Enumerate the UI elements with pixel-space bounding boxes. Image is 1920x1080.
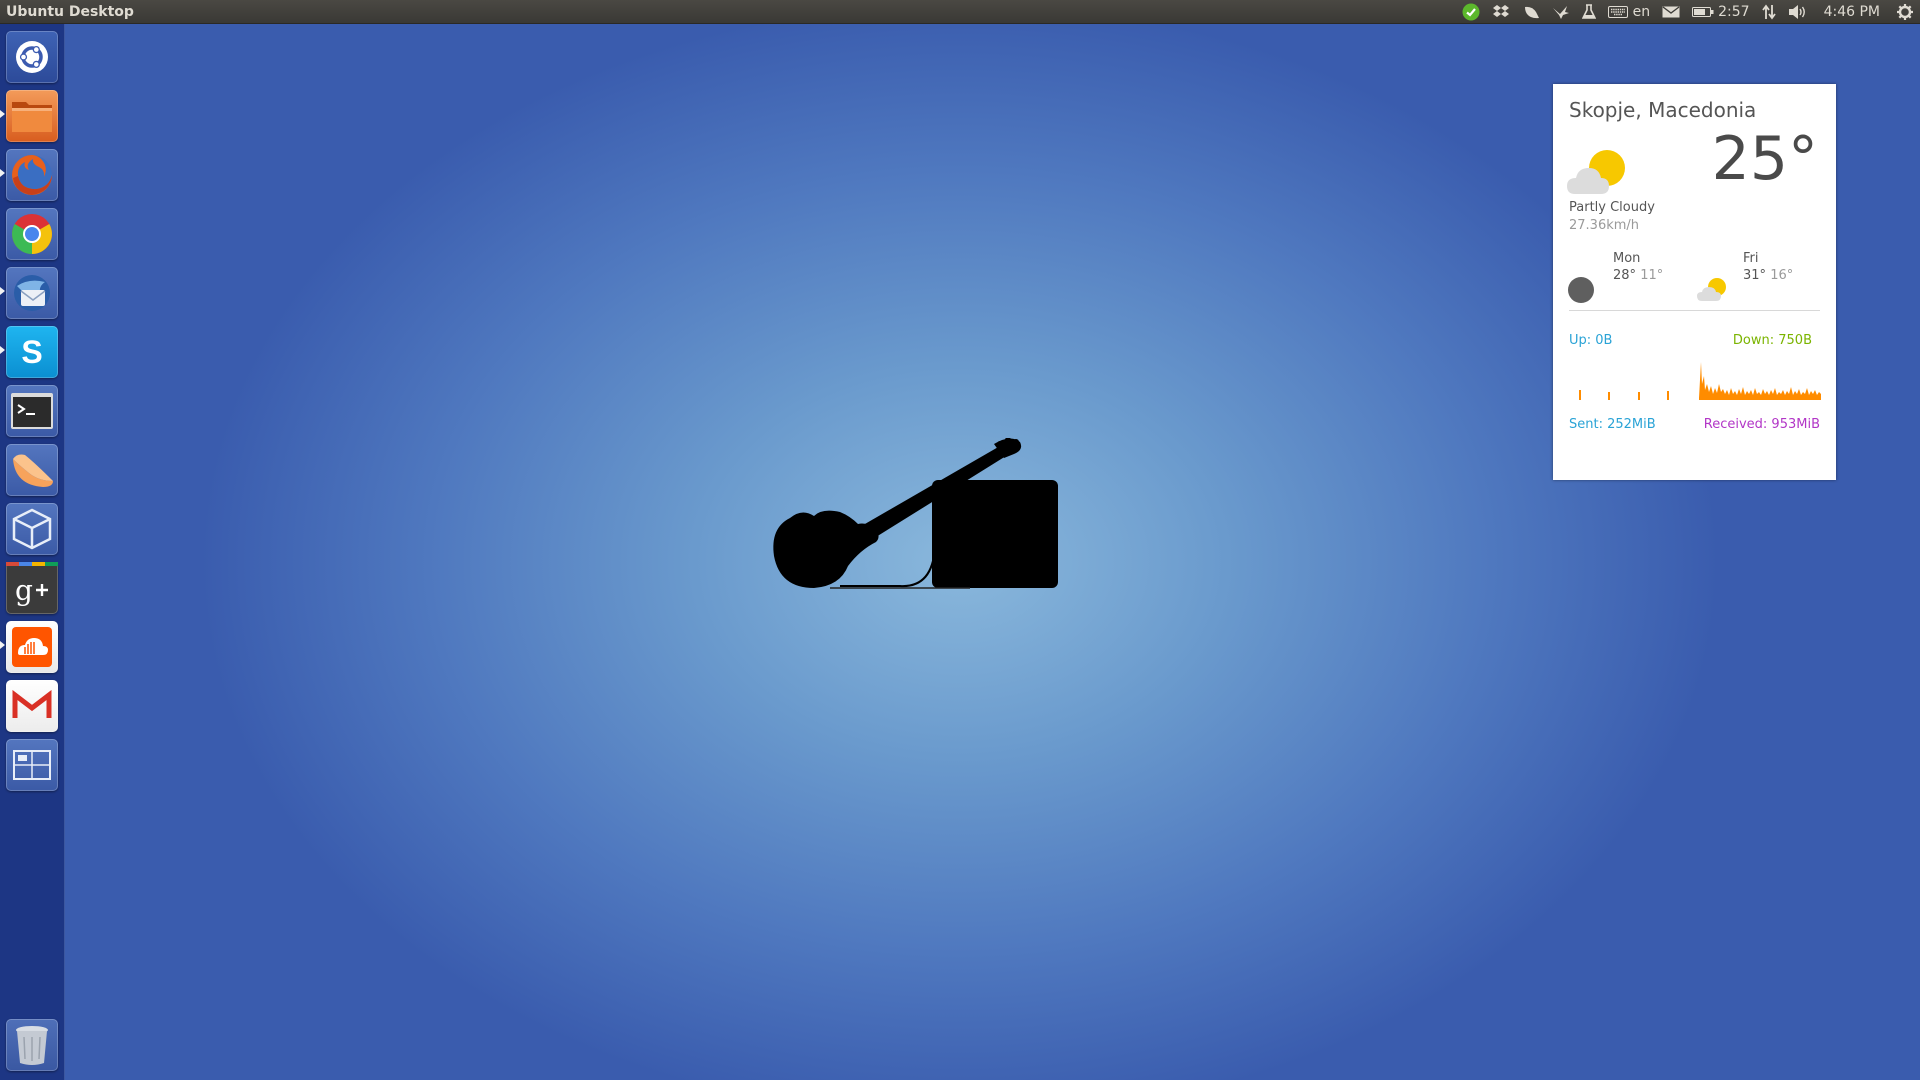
google-plus-icon: g [6, 562, 58, 607]
launcher-item-virtualbox[interactable] [6, 503, 58, 555]
forecast-high: 31° [1743, 268, 1767, 283]
top-panel: Ubuntu Desktop en 2:57 4:46 PM [0, 0, 1920, 24]
thunderbird-icon [14, 275, 50, 311]
running-indicator [0, 287, 5, 295]
keyboard-icon[interactable]: en [1602, 0, 1657, 24]
net-received-total: Received: 953MiB [1703, 417, 1820, 432]
running-indicator [0, 169, 5, 177]
guitar-amp-wallpaper-art [773, 438, 1058, 589]
clock[interactable]: 4:46 PM [1814, 0, 1890, 24]
forecast-day-mon: Mon [1613, 251, 1641, 266]
upload-graph [1579, 390, 1669, 400]
soundcloud-icon [12, 627, 52, 667]
active-app-title: Ubuntu Desktop [6, 3, 134, 20]
moon-icon [1568, 277, 1594, 303]
partly-cloudy-icon [1567, 150, 1625, 194]
forecast-low: 11° [1640, 268, 1664, 283]
battery-time: 2:57 [1718, 4, 1750, 20]
running-indicator [0, 110, 5, 118]
workspace-switcher-icon [13, 750, 51, 780]
svg-text:S: S [21, 334, 42, 370]
forecast-low: 16° [1770, 268, 1794, 283]
session-gear-icon[interactable] [1890, 0, 1920, 24]
indicator-area: en 2:57 4:46 PM [1456, 0, 1920, 24]
launcher-item-workspace-switcher[interactable] [6, 739, 58, 791]
firefox-icon [12, 155, 52, 195]
wind-speed: 27.36km/h [1569, 218, 1640, 233]
launcher: S g [0, 24, 65, 1080]
battery-icon [1692, 7, 1714, 17]
mail-icon[interactable] [1656, 0, 1686, 24]
virtualbox-icon [12, 508, 52, 550]
launcher-item-gmail[interactable] [6, 680, 58, 732]
launcher-item-clementine[interactable] [6, 444, 58, 496]
dropbox-icon[interactable] [1486, 0, 1516, 24]
ubuntu-logo-icon [16, 41, 48, 73]
download-graph [1699, 362, 1821, 400]
volume-icon[interactable] [1782, 0, 1814, 24]
net-up-rate: Up: 0B [1569, 333, 1613, 348]
running-indicator [0, 641, 5, 649]
keyboard-layout-label: en [1632, 4, 1651, 20]
forecast-temps-fri: 31° 16° [1743, 268, 1793, 283]
forecast-high: 28° [1613, 268, 1637, 283]
svg-text:g: g [15, 574, 33, 607]
weather-location: Skopje, Macedonia [1569, 98, 1757, 122]
launcher-item-chrome[interactable] [6, 208, 58, 260]
clementine-icon [13, 454, 53, 487]
sync-check-icon[interactable] [1456, 0, 1486, 24]
launcher-item-files[interactable] [6, 90, 58, 142]
current-temperature: 25° [1711, 124, 1818, 194]
launcher-item-trash[interactable] [6, 1019, 58, 1071]
launcher-item-thunderbird[interactable] [6, 267, 58, 319]
moon-sleep-icon[interactable] [1516, 0, 1546, 24]
running-indicator [0, 346, 5, 354]
gmail-icon [12, 690, 52, 718]
launcher-item-google-plus[interactable]: g [6, 562, 58, 614]
widget-divider [1569, 310, 1820, 311]
chrome-icon [12, 214, 52, 254]
launcher-item-soundcloud[interactable] [6, 621, 58, 673]
net-down-rate: Down: 750B [1732, 333, 1812, 348]
launcher-item-dash-home[interactable] [6, 31, 58, 83]
trash-icon [16, 1026, 48, 1065]
weather-network-widget[interactable]: Skopje, Macedonia 25° Partly Cloudy 27.3… [1553, 84, 1836, 480]
forecast-day-fri: Fri [1743, 251, 1759, 266]
bird-messaging-icon[interactable] [1546, 0, 1576, 24]
launcher-item-terminal[interactable] [6, 385, 58, 437]
skype-icon: S [21, 334, 42, 370]
launcher-item-skype[interactable]: S [6, 326, 58, 378]
partly-cloudy-icon [1697, 278, 1726, 301]
weather-condition: Partly Cloudy [1569, 200, 1655, 215]
flask-icon[interactable] [1576, 0, 1602, 24]
forecast-temps-mon: 28° 11° [1613, 268, 1663, 283]
folder-icon [12, 102, 52, 132]
launcher-item-firefox[interactable] [6, 149, 58, 201]
terminal-icon [11, 393, 53, 429]
battery-indicator[interactable]: 2:57 [1686, 0, 1755, 24]
network-arrows-icon[interactable] [1756, 0, 1782, 24]
net-sent-total: Sent: 252MiB [1569, 417, 1656, 432]
